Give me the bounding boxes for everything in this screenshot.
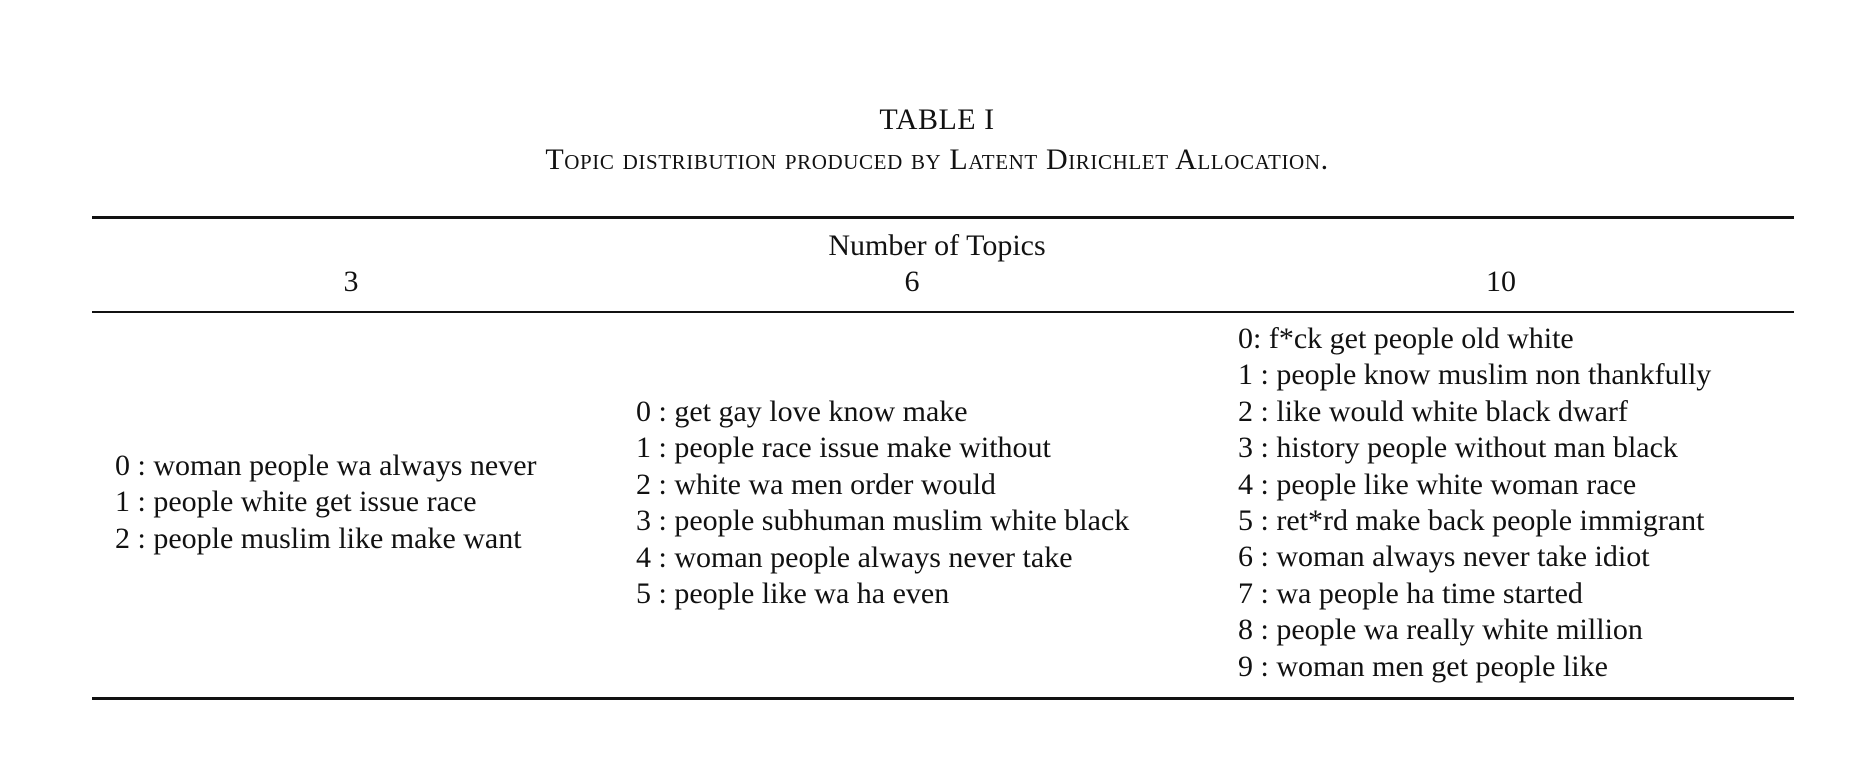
topic-line: 9 : woman men get people like	[1238, 649, 1608, 683]
bottom-rule	[92, 697, 1794, 700]
topic-line: 2 : like would white black dwarf	[1238, 394, 1628, 428]
topic-line: 7 : wa people ha time started	[1238, 576, 1583, 610]
topics-column-10: 0: f*ck get people old white 1 : people …	[1238, 321, 1711, 685]
column-header-6: 6	[904, 265, 920, 298]
topic-line: 5 : ret*rd make back people immigrant	[1238, 504, 1705, 538]
topic-line: 0: f*ck get people old white	[1238, 322, 1574, 355]
top-rule	[92, 216, 1794, 219]
topic-line: 6 : woman always never take idiot	[1238, 540, 1650, 574]
topic-line: 4 : people like white woman race	[1238, 467, 1637, 501]
table-caption: Topic distribution produced by Latent Di…	[545, 143, 1329, 176]
topics-column-3: 0 : woman people wa always never 1 : peo…	[115, 448, 537, 557]
topics-column-6: 0 : get gay love know make 1 : people ra…	[636, 394, 1129, 612]
topic-line: 2 : white wa men order would	[636, 467, 996, 501]
header-rule	[92, 311, 1794, 313]
topic-line: 4 : woman people always never take	[636, 540, 1073, 574]
topic-line: 1 : people race issue make without	[636, 431, 1051, 465]
topic-line: 3 : people subhuman muslim white black	[636, 504, 1130, 538]
topic-line: 8 : people wa really white million	[1238, 613, 1643, 647]
column-header-3: 3	[343, 265, 359, 298]
column-header-10: 10	[1486, 265, 1516, 298]
topic-line: 3 : history people without man black	[1238, 431, 1678, 465]
topic-line: 0 : get gay love know make	[636, 395, 968, 428]
topic-line: 0 : woman people wa always never	[115, 449, 537, 482]
topic-line: 5 : people like wa ha even	[636, 577, 950, 611]
group-header: Number of Topics	[828, 229, 1046, 262]
topic-line: 2 : people muslim like make want	[115, 521, 522, 555]
table-label: TABLE I	[879, 103, 995, 136]
topic-line: 1 : people white get issue race	[115, 485, 477, 519]
topic-line: 1 : people know muslim non thankfully	[1238, 358, 1712, 392]
